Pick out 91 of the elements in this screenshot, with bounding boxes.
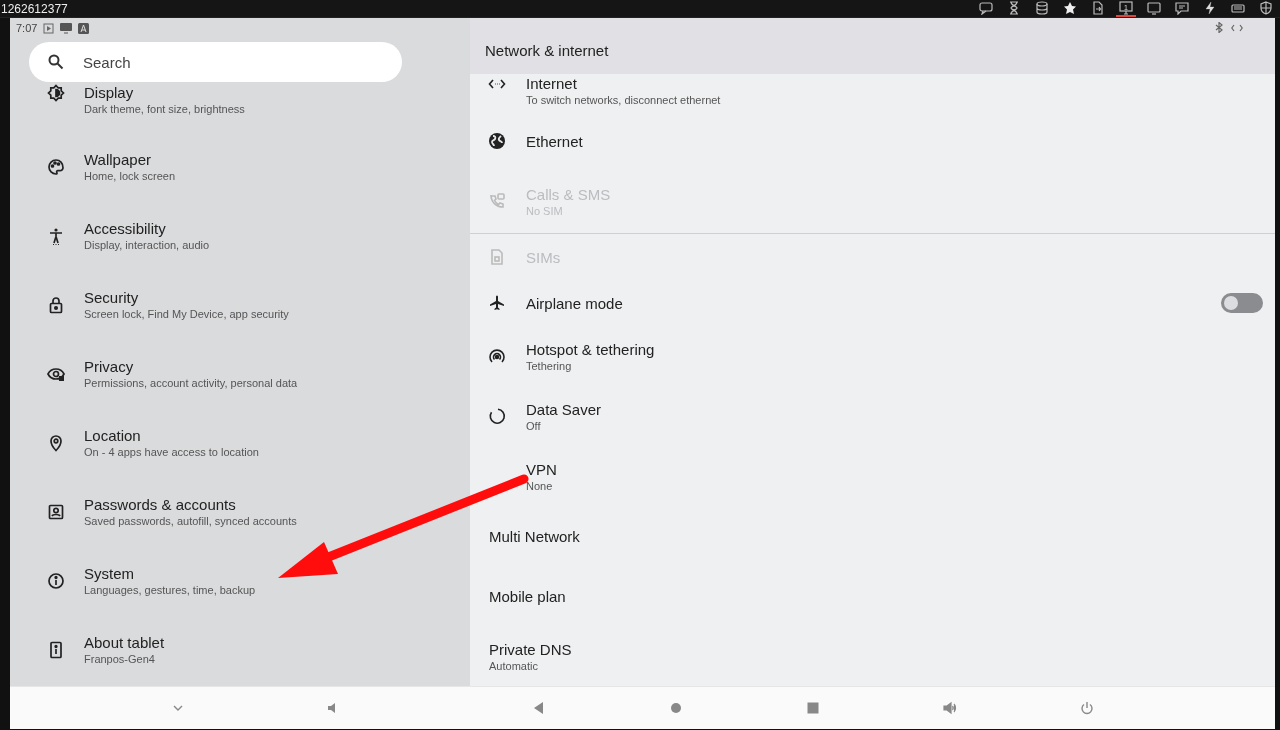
- settings-item[interactable]: VPN None: [470, 446, 1275, 506]
- window-title: 1262612377: [0, 1, 68, 16]
- item-subtitle: Permissions, account activity, personal data: [84, 377, 298, 389]
- settings-item[interactable]: Airplane mode: [470, 280, 1275, 326]
- lock-icon: [47, 295, 65, 314]
- search-field[interactable]: Search: [29, 42, 402, 82]
- settings-item[interactable]: Passwords & accounts Saved passwords, autofill, synced accounts: [10, 477, 470, 546]
- person-icon: [47, 226, 65, 245]
- settings-item[interactable]: Private DNS Automatic: [470, 626, 1275, 686]
- item-title: Passwords & accounts: [84, 496, 237, 513]
- settings-item[interactable]: Ethernet: [470, 111, 1275, 171]
- monitor-icon: [1147, 0, 1161, 15]
- play-box-icon: [43, 22, 55, 34]
- monitor-tool-button[interactable]: [1144, 0, 1164, 17]
- power-icon: [1079, 701, 1094, 715]
- settings-item[interactable]: Data Saver Off: [470, 386, 1275, 446]
- chat-icon: [979, 0, 993, 15]
- item-subtitle: Saved passwords, autofill, synced accounts: [84, 515, 297, 527]
- settings-item[interactable]: Privacy Permissions, account activity, personal data: [10, 339, 470, 408]
- comment-tool-button[interactable]: [1172, 0, 1192, 17]
- item-title: Internet: [526, 75, 578, 92]
- info-icon: [47, 571, 65, 590]
- item-subtitle: Screen lock, Find My Device, app security: [84, 308, 289, 320]
- item-title: Hotspot & tethering: [526, 340, 656, 358]
- chat-tool-button[interactable]: [976, 0, 996, 17]
- clock: 7:07: [16, 22, 38, 34]
- settings-item[interactable]: Internet To switch networks, disconnect ethernet: [470, 74, 1275, 111]
- settings-item[interactable]: About tablet Franpos-Gen4: [10, 615, 470, 684]
- item-title: Security: [84, 289, 140, 306]
- item-subtitle: Dark theme, font size, brightness: [84, 103, 245, 115]
- pin-icon: [47, 433, 65, 452]
- settings-item[interactable]: Display Dark theme, font size, brightness: [10, 82, 470, 132]
- brightness-icon: [47, 84, 65, 102]
- account-icon: [47, 502, 65, 521]
- volume-up-icon: [942, 701, 957, 715]
- recents-icon: [805, 701, 820, 715]
- item-title: About tablet: [84, 634, 165, 651]
- item-title: Data Saver: [526, 400, 603, 418]
- settings-item[interactable]: Wallpaper Home, lock screen: [10, 132, 470, 201]
- sim-icon: [488, 248, 506, 266]
- item-title: VPN: [526, 460, 558, 478]
- page-title: Network & internet: [485, 42, 609, 59]
- item-subtitle: Tethering: [526, 359, 573, 372]
- toggle-switch[interactable]: [1221, 293, 1263, 313]
- database-icon: [1035, 0, 1049, 15]
- item-subtitle: Off: [526, 419, 542, 432]
- item-title: Private DNS: [489, 640, 573, 658]
- search-icon: [48, 54, 64, 70]
- letter-box-icon: [78, 22, 90, 34]
- item-title: Multi Network: [489, 527, 581, 545]
- item-title: Ethernet: [526, 132, 584, 150]
- item-title: Privacy: [84, 358, 135, 375]
- settings-item[interactable]: System Languages, gestures, time, backup: [10, 546, 470, 615]
- item-title: System: [84, 565, 135, 582]
- item-title: Display: [84, 84, 135, 101]
- settings-item[interactable]: Mobile plan: [470, 566, 1275, 626]
- file-arrow-icon: [1091, 0, 1105, 15]
- plane-icon: [488, 294, 506, 312]
- star-icon: [1063, 0, 1077, 15]
- globe-icon: [488, 132, 506, 150]
- code-icon: [1231, 23, 1243, 32]
- item-subtitle: Display, interaction, audio: [84, 239, 210, 251]
- palette-icon: [47, 157, 65, 176]
- item-subtitle: Languages, gestures, time, backup: [84, 584, 256, 596]
- shield-icon: [1259, 0, 1273, 15]
- saver-icon: [488, 407, 506, 425]
- item-subtitle: On - 4 apps have access to location: [84, 446, 259, 458]
- bolt-icon: [1203, 0, 1217, 15]
- item-subtitle: To switch networks, disconnect ethernet: [526, 94, 722, 106]
- item-title: Mobile plan: [489, 587, 567, 605]
- settings-item[interactable]: Accessibility Display, interaction, audio: [10, 201, 470, 270]
- item-subtitle: Home, lock screen: [84, 170, 176, 182]
- hourglass-icon: [1007, 0, 1021, 15]
- item-title: Accessibility: [84, 220, 167, 237]
- item-subtitle: Automatic: [489, 659, 539, 672]
- item-title: Wallpaper: [84, 151, 152, 168]
- comment-icon: [1175, 0, 1189, 15]
- phone-icon: [488, 192, 506, 210]
- monitor-icon: [60, 22, 73, 34]
- item-subtitle: Franpos-Gen4: [84, 653, 156, 665]
- settings-item[interactable]: Location On - 4 apps have access to location: [10, 408, 470, 477]
- tablet-icon: [47, 640, 65, 659]
- settings-item[interactable]: Multi Network: [470, 506, 1275, 566]
- bluetooth-icon: [1215, 22, 1223, 33]
- item-title: Location: [84, 427, 142, 444]
- item-subtitle: None: [526, 479, 554, 492]
- hotspot-icon: [488, 347, 506, 365]
- settings-item[interactable]: Hotspot & tethering Tethering: [470, 326, 1275, 386]
- item-title: Airplane mode: [526, 294, 624, 312]
- home-icon: [668, 701, 683, 715]
- settings-item[interactable]: Security Screen lock, Find My Device, app security: [10, 270, 470, 339]
